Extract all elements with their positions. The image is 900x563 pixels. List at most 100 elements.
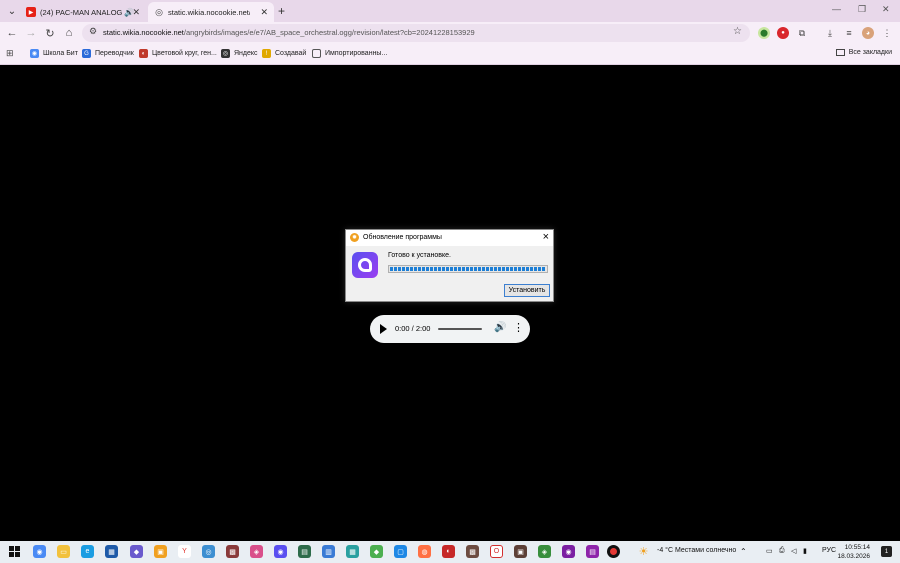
bookmark-item[interactable]: ◉ Школа Бит bbox=[30, 49, 78, 58]
taskbar: ◉ ▭ e ▦ ◆ ▣ Y ◎ ▩ ◈ ◉ ▤ ▥ ▦ ◆ ▢ ◍ ◐ ▩ O … bbox=[0, 541, 900, 563]
forward-icon[interactable]: → bbox=[24, 26, 38, 40]
record-icon[interactable] bbox=[607, 545, 620, 558]
close-icon[interactable]: × bbox=[543, 231, 549, 243]
app-icon[interactable]: ▩ bbox=[226, 545, 239, 558]
tab-title: (24) PAC-MAN ANALOG HO bbox=[40, 7, 122, 17]
avatar[interactable]: ◕ bbox=[862, 27, 874, 39]
volume-icon[interactable]: 🔊 bbox=[494, 322, 506, 333]
extensions-puzzle-icon[interactable]: ⧉ bbox=[796, 27, 808, 39]
youtube-icon: ▶ bbox=[26, 7, 36, 17]
toolbar: ← → ↻ ⌂ ⚙ static.wikia.nocookie.net/angr… bbox=[0, 22, 900, 44]
app-icon[interactable]: ◎ bbox=[202, 545, 215, 558]
bookmark-item[interactable]: ! Создавай bbox=[262, 49, 306, 58]
palette-icon: ◐ bbox=[139, 49, 148, 58]
download-icon[interactable]: ⤓ bbox=[824, 27, 836, 39]
tab-active[interactable]: ◎ static.wikia.nocookie.net/angrybi ✕ bbox=[148, 2, 274, 22]
volume-icon[interactable]: ◁ bbox=[791, 547, 796, 555]
tab-strip: ⌄ ▶ (24) PAC-MAN ANALOG HO 🔊 ✕ ◎ static.… bbox=[0, 0, 900, 22]
network-icon[interactable]: ⎙ bbox=[779, 547, 785, 555]
app-icon[interactable]: ▣ bbox=[514, 545, 527, 558]
bookmark-item[interactable]: Импортированны... bbox=[312, 49, 387, 58]
extension-red-icon[interactable]: ● bbox=[777, 27, 789, 39]
app-icon[interactable]: ◍ bbox=[418, 545, 431, 558]
weather-text[interactable]: -4 °C Местами солнечно bbox=[657, 547, 736, 554]
progress-bar bbox=[388, 265, 548, 273]
language-indicator[interactable]: РУС bbox=[822, 547, 836, 554]
site-info-icon[interactable]: ⚙ bbox=[89, 26, 97, 37]
tray-app-icon[interactable]: ▭ bbox=[766, 547, 773, 555]
bookmark-label: Импортированны... bbox=[325, 50, 388, 57]
bulb-icon: ! bbox=[262, 49, 271, 58]
battery-icon[interactable]: ▮ bbox=[803, 547, 807, 555]
weather-icon[interactable]: ☀ bbox=[637, 545, 650, 558]
clock[interactable]: 10:55:14 18.03.2026 bbox=[837, 543, 870, 561]
bookmark-label: Цветовой круг, ген... bbox=[152, 50, 217, 57]
app-icon[interactable]: ▤ bbox=[586, 545, 599, 558]
media-controls-icon[interactable]: ≡ bbox=[843, 27, 855, 39]
page-content bbox=[0, 65, 900, 541]
back-icon[interactable]: ← bbox=[5, 26, 19, 40]
globe-icon: ◎ bbox=[155, 6, 163, 17]
app-icon[interactable]: ▤ bbox=[298, 545, 311, 558]
bookmark-star-icon[interactable]: ☆ bbox=[733, 26, 742, 37]
bookmark-label: Переводчик bbox=[95, 50, 134, 57]
url-host: static.wikia.nocookie.net bbox=[103, 28, 184, 37]
seek-slider[interactable] bbox=[438, 328, 482, 330]
close-window-icon[interactable]: ✕ bbox=[882, 4, 890, 15]
notification-icon[interactable]: 1 bbox=[881, 546, 892, 557]
all-bookmarks-button[interactable]: Все закладки bbox=[835, 49, 892, 56]
bookmarks-bar: ⊞ ◉ Школа Бит G Переводчик ◐ Цветовой кр… bbox=[0, 44, 900, 65]
yandex-icon[interactable]: Y bbox=[178, 545, 191, 558]
chrome-icon[interactable]: ◉ bbox=[33, 545, 46, 558]
audio-player: 0:00 / 2:00 🔊 ⋮ bbox=[370, 315, 530, 343]
new-tab-button[interactable]: + bbox=[278, 4, 285, 18]
tab-close-icon[interactable]: ✕ bbox=[260, 7, 268, 18]
gear-icon: ✹ bbox=[350, 233, 359, 242]
bookmark-item[interactable]: G Переводчик bbox=[82, 49, 134, 58]
extension-icon[interactable]: ⬤ bbox=[758, 27, 770, 39]
opera-icon[interactable]: O bbox=[490, 545, 503, 558]
chrome-icon: ◉ bbox=[30, 49, 39, 58]
tab-search-icon[interactable]: ⌄ bbox=[4, 3, 20, 19]
app-icon[interactable]: ▦ bbox=[346, 545, 359, 558]
tab-close-icon[interactable]: ✕ bbox=[132, 7, 140, 18]
clock-date: 18.03.2026 bbox=[837, 553, 870, 560]
bookmark-item[interactable]: ◎ Яндекс bbox=[221, 49, 258, 58]
app-icon[interactable]: ◐ bbox=[442, 545, 455, 558]
app-icon[interactable]: ◆ bbox=[370, 545, 383, 558]
edge-icon[interactable]: e bbox=[81, 545, 94, 558]
start-icon[interactable] bbox=[9, 546, 20, 557]
app-icon[interactable]: ▩ bbox=[466, 545, 479, 558]
url-path: /angrybirds/images/e/e7/AB_space_orchest… bbox=[183, 28, 475, 37]
home-icon[interactable]: ⌂ bbox=[62, 26, 76, 40]
tab-pacman[interactable]: ▶ (24) PAC-MAN ANALOG HO 🔊 ✕ bbox=[20, 2, 146, 22]
bookmark-item[interactable]: ◐ Цветовой круг, ген... bbox=[139, 49, 217, 58]
minimize-icon[interactable]: — bbox=[832, 4, 841, 14]
bookmark-label: Школа Бит bbox=[43, 50, 78, 57]
clock-time: 10:55:14 bbox=[844, 544, 870, 551]
url-text[interactable]: static.wikia.nocookie.net/angrybirds/ima… bbox=[103, 28, 475, 37]
folder-icon[interactable]: ▭ bbox=[57, 545, 70, 558]
app-icon[interactable]: ◈ bbox=[538, 545, 551, 558]
apps-grid-icon[interactable]: ⊞ bbox=[6, 48, 14, 59]
app-icon[interactable]: ◆ bbox=[130, 545, 143, 558]
translate-icon: G bbox=[82, 49, 91, 58]
reload-icon[interactable]: ↻ bbox=[43, 26, 57, 40]
play-icon[interactable] bbox=[380, 324, 387, 334]
dialog-title: Обновление программы bbox=[363, 234, 442, 241]
app-icon[interactable]: ◉ bbox=[562, 545, 575, 558]
menu-dots-icon[interactable]: ⋮ bbox=[881, 27, 893, 39]
install-button[interactable]: Установить bbox=[504, 284, 550, 297]
folder-icon bbox=[835, 49, 845, 56]
app-icon[interactable]: ◉ bbox=[274, 545, 287, 558]
address-bar[interactable]: ⚙ static.wikia.nocookie.net/angrybirds/i… bbox=[82, 24, 750, 42]
store-icon[interactable]: ▦ bbox=[105, 545, 118, 558]
app-icon[interactable]: ◈ bbox=[250, 545, 263, 558]
more-options-icon[interactable]: ⋮ bbox=[513, 321, 524, 334]
app-icon[interactable]: ▢ bbox=[394, 545, 407, 558]
app-icon[interactable]: ▣ bbox=[154, 545, 167, 558]
app-icon[interactable]: ▥ bbox=[322, 545, 335, 558]
all-bookmarks-label: Все закладки bbox=[848, 49, 892, 56]
chevron-up-icon[interactable]: ⌃ bbox=[740, 547, 747, 556]
restore-icon[interactable]: ❐ bbox=[858, 4, 866, 15]
